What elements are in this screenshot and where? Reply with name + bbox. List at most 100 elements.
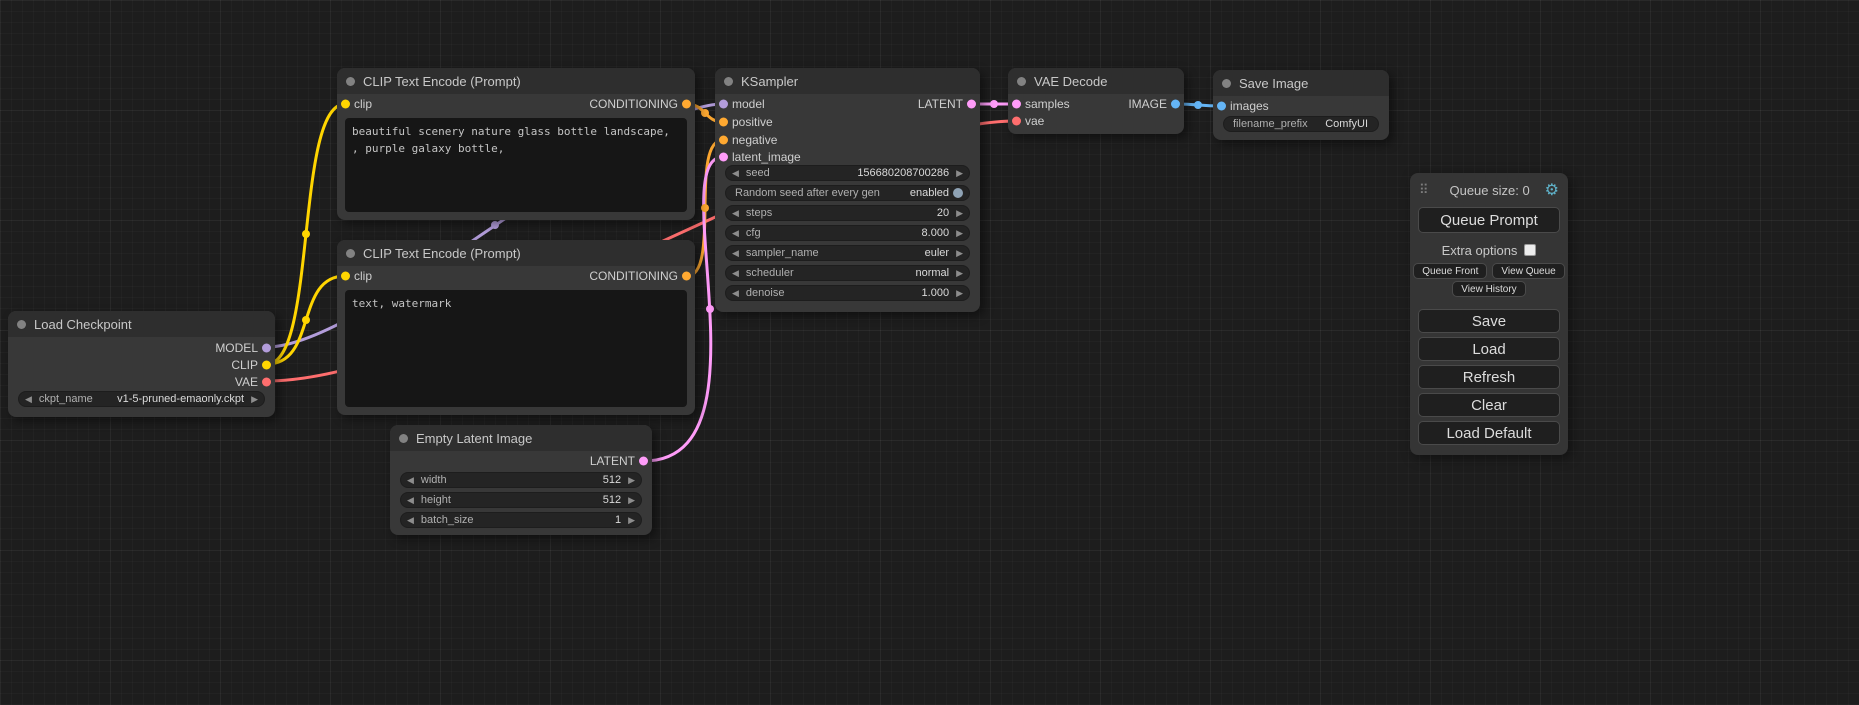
latent-port-icon[interactable] bbox=[967, 100, 976, 109]
node-title-bar[interactable]: Load Checkpoint bbox=[8, 311, 275, 337]
decrement-arrow-icon[interactable]: ◀ bbox=[732, 249, 739, 258]
input-negative[interactable]: negative bbox=[715, 132, 777, 148]
latent-port-icon[interactable] bbox=[639, 457, 648, 466]
input-latent-image[interactable]: latent_image bbox=[715, 149, 801, 165]
ckpt-name-widget[interactable]: ◀ ckpt_name v1-5-pruned-emaonly.ckpt ▶ bbox=[18, 391, 265, 407]
node-save-image[interactable]: Save Image images filename_prefix ComfyU… bbox=[1213, 70, 1389, 140]
node-title-bar[interactable]: CLIP Text Encode (Prompt) bbox=[337, 240, 695, 266]
output-latent[interactable]: LATENT bbox=[918, 96, 980, 112]
node-title-bar[interactable]: CLIP Text Encode (Prompt) bbox=[337, 68, 695, 94]
clip-port-icon[interactable] bbox=[341, 272, 350, 281]
latent-port-icon[interactable] bbox=[719, 153, 728, 162]
increment-arrow-icon[interactable]: ▶ bbox=[628, 516, 635, 525]
increment-arrow-icon[interactable]: ▶ bbox=[628, 496, 635, 505]
clear-button[interactable]: Clear bbox=[1418, 393, 1560, 417]
drag-handle-icon[interactable]: ⠿ bbox=[1419, 182, 1429, 198]
node-clip-text-encode-positive[interactable]: CLIP Text Encode (Prompt) clip CONDITION… bbox=[337, 68, 695, 220]
steps-widget[interactable]: ◀ steps 20 ▶ bbox=[725, 205, 970, 221]
input-samples[interactable]: samples bbox=[1008, 96, 1070, 112]
comfyui-canvas[interactable]: { "colors": { "model": "#B39DDB", "clip"… bbox=[0, 0, 1859, 705]
negative-prompt-textarea[interactable]: text, watermark bbox=[345, 290, 687, 407]
collapse-dot-icon[interactable] bbox=[399, 434, 408, 443]
decrement-arrow-icon[interactable]: ◀ bbox=[732, 209, 739, 218]
increment-arrow-icon[interactable]: ▶ bbox=[956, 229, 963, 238]
vae-port-icon[interactable] bbox=[1012, 117, 1021, 126]
decrement-arrow-icon[interactable]: ◀ bbox=[732, 169, 739, 178]
model-port-icon[interactable] bbox=[719, 100, 728, 109]
cfg-widget[interactable]: ◀ cfg 8.000 ▶ bbox=[725, 225, 970, 241]
collapse-dot-icon[interactable] bbox=[1222, 79, 1231, 88]
denoise-widget[interactable]: ◀ denoise 1.000 ▶ bbox=[725, 285, 970, 301]
collapse-dot-icon[interactable] bbox=[724, 77, 733, 86]
input-model[interactable]: model bbox=[715, 96, 765, 112]
queue-menu-panel[interactable]: ⠿ Queue size: 0 ⚙ Queue Prompt Extra opt… bbox=[1410, 173, 1568, 455]
node-vae-decode[interactable]: VAE Decode samples IMAGE vae bbox=[1008, 68, 1184, 134]
scheduler-widget[interactable]: ◀ scheduler normal ▶ bbox=[725, 265, 970, 281]
toggle-knob-icon[interactable] bbox=[953, 188, 963, 198]
node-empty-latent-image[interactable]: Empty Latent Image LATENT ◀ width 512 ▶ … bbox=[390, 425, 652, 535]
queue-front-button[interactable]: Queue Front bbox=[1413, 263, 1487, 279]
node-load-checkpoint[interactable]: Load Checkpoint MODEL CLIP VAE ◀ ckpt_na… bbox=[8, 311, 275, 417]
sampler-name-widget[interactable]: ◀ sampler_name euler ▶ bbox=[725, 245, 970, 261]
view-queue-button[interactable]: View Queue bbox=[1492, 263, 1564, 279]
decrement-arrow-icon[interactable]: ◀ bbox=[407, 476, 414, 485]
conditioning-port-icon[interactable] bbox=[682, 100, 691, 109]
settings-gear-icon[interactable]: ⚙ bbox=[1545, 180, 1559, 200]
decrement-arrow-icon[interactable]: ◀ bbox=[732, 229, 739, 238]
vae-port-icon[interactable] bbox=[262, 378, 271, 387]
random-seed-widget[interactable]: Random seed after every gen enabled bbox=[725, 185, 970, 201]
input-vae[interactable]: vae bbox=[1008, 113, 1044, 129]
save-button[interactable]: Save bbox=[1418, 309, 1560, 333]
node-title-bar[interactable]: VAE Decode bbox=[1008, 68, 1184, 94]
latent-port-icon[interactable] bbox=[1012, 100, 1021, 109]
view-history-button[interactable]: View History bbox=[1452, 281, 1525, 297]
image-port-icon[interactable] bbox=[1217, 102, 1226, 111]
node-title-bar[interactable]: KSampler bbox=[715, 68, 980, 94]
height-widget[interactable]: ◀ height 512 ▶ bbox=[400, 492, 642, 508]
input-positive[interactable]: positive bbox=[715, 114, 773, 130]
input-clip[interactable]: clip bbox=[337, 268, 372, 284]
output-latent[interactable]: LATENT bbox=[590, 453, 652, 469]
width-widget[interactable]: ◀ width 512 ▶ bbox=[400, 472, 642, 488]
load-button[interactable]: Load bbox=[1418, 337, 1560, 361]
extra-options-checkbox[interactable] bbox=[1524, 244, 1536, 256]
conditioning-port-icon[interactable] bbox=[719, 136, 728, 145]
increment-arrow-icon[interactable]: ▶ bbox=[956, 289, 963, 298]
decrement-arrow-icon[interactable]: ◀ bbox=[25, 395, 32, 404]
output-conditioning[interactable]: CONDITIONING bbox=[589, 96, 695, 112]
load-default-button[interactable]: Load Default bbox=[1418, 421, 1560, 445]
decrement-arrow-icon[interactable]: ◀ bbox=[407, 516, 414, 525]
decrement-arrow-icon[interactable]: ◀ bbox=[732, 289, 739, 298]
refresh-button[interactable]: Refresh bbox=[1418, 365, 1560, 389]
output-model[interactable]: MODEL bbox=[215, 340, 275, 356]
conditioning-port-icon[interactable] bbox=[682, 272, 691, 281]
output-clip[interactable]: CLIP bbox=[231, 357, 275, 373]
filename-prefix-widget[interactable]: filename_prefix ComfyUI bbox=[1223, 116, 1379, 132]
node-title-bar[interactable]: Empty Latent Image bbox=[390, 425, 652, 451]
collapse-dot-icon[interactable] bbox=[1017, 77, 1026, 86]
collapse-dot-icon[interactable] bbox=[346, 249, 355, 258]
node-clip-text-encode-negative[interactable]: CLIP Text Encode (Prompt) clip CONDITION… bbox=[337, 240, 695, 415]
clip-port-icon[interactable] bbox=[262, 361, 271, 370]
seed-widget[interactable]: ◀ seed 156680208700286 ▶ bbox=[725, 165, 970, 181]
model-port-icon[interactable] bbox=[262, 344, 271, 353]
batch-size-widget[interactable]: ◀ batch_size 1 ▶ bbox=[400, 512, 642, 528]
queue-prompt-button[interactable]: Queue Prompt bbox=[1418, 207, 1560, 233]
increment-arrow-icon[interactable]: ▶ bbox=[956, 269, 963, 278]
collapse-dot-icon[interactable] bbox=[346, 77, 355, 86]
increment-arrow-icon[interactable]: ▶ bbox=[956, 169, 963, 178]
collapse-dot-icon[interactable] bbox=[17, 320, 26, 329]
positive-prompt-textarea[interactable]: beautiful scenery nature glass bottle la… bbox=[345, 118, 687, 212]
input-images[interactable]: images bbox=[1213, 98, 1269, 114]
input-clip[interactable]: clip bbox=[337, 96, 372, 112]
decrement-arrow-icon[interactable]: ◀ bbox=[732, 269, 739, 278]
conditioning-port-icon[interactable] bbox=[719, 118, 728, 127]
output-vae[interactable]: VAE bbox=[235, 374, 275, 390]
increment-arrow-icon[interactable]: ▶ bbox=[956, 249, 963, 258]
node-title-bar[interactable]: Save Image bbox=[1213, 70, 1389, 96]
increment-arrow-icon[interactable]: ▶ bbox=[628, 476, 635, 485]
decrement-arrow-icon[interactable]: ◀ bbox=[407, 496, 414, 505]
node-ksampler[interactable]: KSampler model positive negative latent_… bbox=[715, 68, 980, 312]
output-conditioning[interactable]: CONDITIONING bbox=[589, 268, 695, 284]
clip-port-icon[interactable] bbox=[341, 100, 350, 109]
